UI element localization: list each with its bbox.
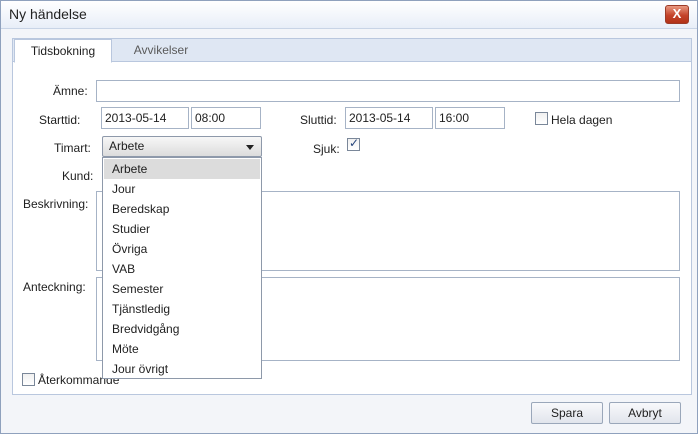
close-button[interactable]: X [665,5,689,24]
dropdown-option[interactable]: Semester [104,279,260,299]
dropdown-option[interactable]: Möte [104,339,260,359]
recurring-checkbox[interactable] [22,373,35,386]
description-label: Beskrivning: [23,197,89,211]
end-label: Sluttid: [300,113,337,127]
dropdown-option[interactable]: Beredskap [104,199,260,219]
title-bar: Ny händelse X [1,1,697,29]
subject-label: Ämne: [53,84,88,98]
start-label: Starttid: [39,113,81,127]
sick-label: Sjuk: [313,142,340,156]
timart-selected-value: Arbete [109,139,145,153]
all-day-label: Hela dagen [551,113,613,127]
dialog-title: Ny händelse [9,6,87,22]
tab-avvikelser[interactable]: Avvikelser [114,39,208,63]
dropdown-option[interactable]: Jour [104,179,260,199]
end-time-input[interactable]: 16:00 [435,107,505,129]
timart-label: Timart: [54,141,91,155]
tab-tidsbokning[interactable]: Tidsbokning [14,39,112,63]
chevron-down-icon [246,145,254,150]
dropdown-option[interactable]: VAB [104,259,260,279]
dropdown-option[interactable]: Övriga [104,239,260,259]
dropdown-option[interactable]: Studier [104,219,260,239]
cancel-button[interactable]: Avbryt [609,402,681,424]
note-label: Anteckning: [23,280,86,294]
customer-label: Kund: [62,169,94,183]
start-time-input[interactable]: 08:00 [191,107,261,129]
start-date-input[interactable]: 2013-05-14 [101,107,189,129]
timart-select[interactable]: Arbete [102,136,262,157]
subject-input[interactable] [96,80,680,102]
sick-checkbox[interactable] [347,136,360,151]
timart-dropdown-list: Arbete Jour Beredskap Studier Övriga VAB… [102,157,262,379]
save-button[interactable]: Spara [531,402,603,424]
dropdown-option[interactable]: Arbete [104,159,260,179]
dropdown-option[interactable]: Bredvidgång [104,319,260,339]
dropdown-option[interactable]: Jour övrigt [104,359,260,379]
end-date-input[interactable]: 2013-05-14 [345,107,433,129]
dialog-window: Ny händelse X Tidsbokning Avvikelser Ämn… [0,0,698,434]
all-day-checkbox[interactable] [535,112,548,125]
dropdown-option[interactable]: Tjänstledig [104,299,260,319]
